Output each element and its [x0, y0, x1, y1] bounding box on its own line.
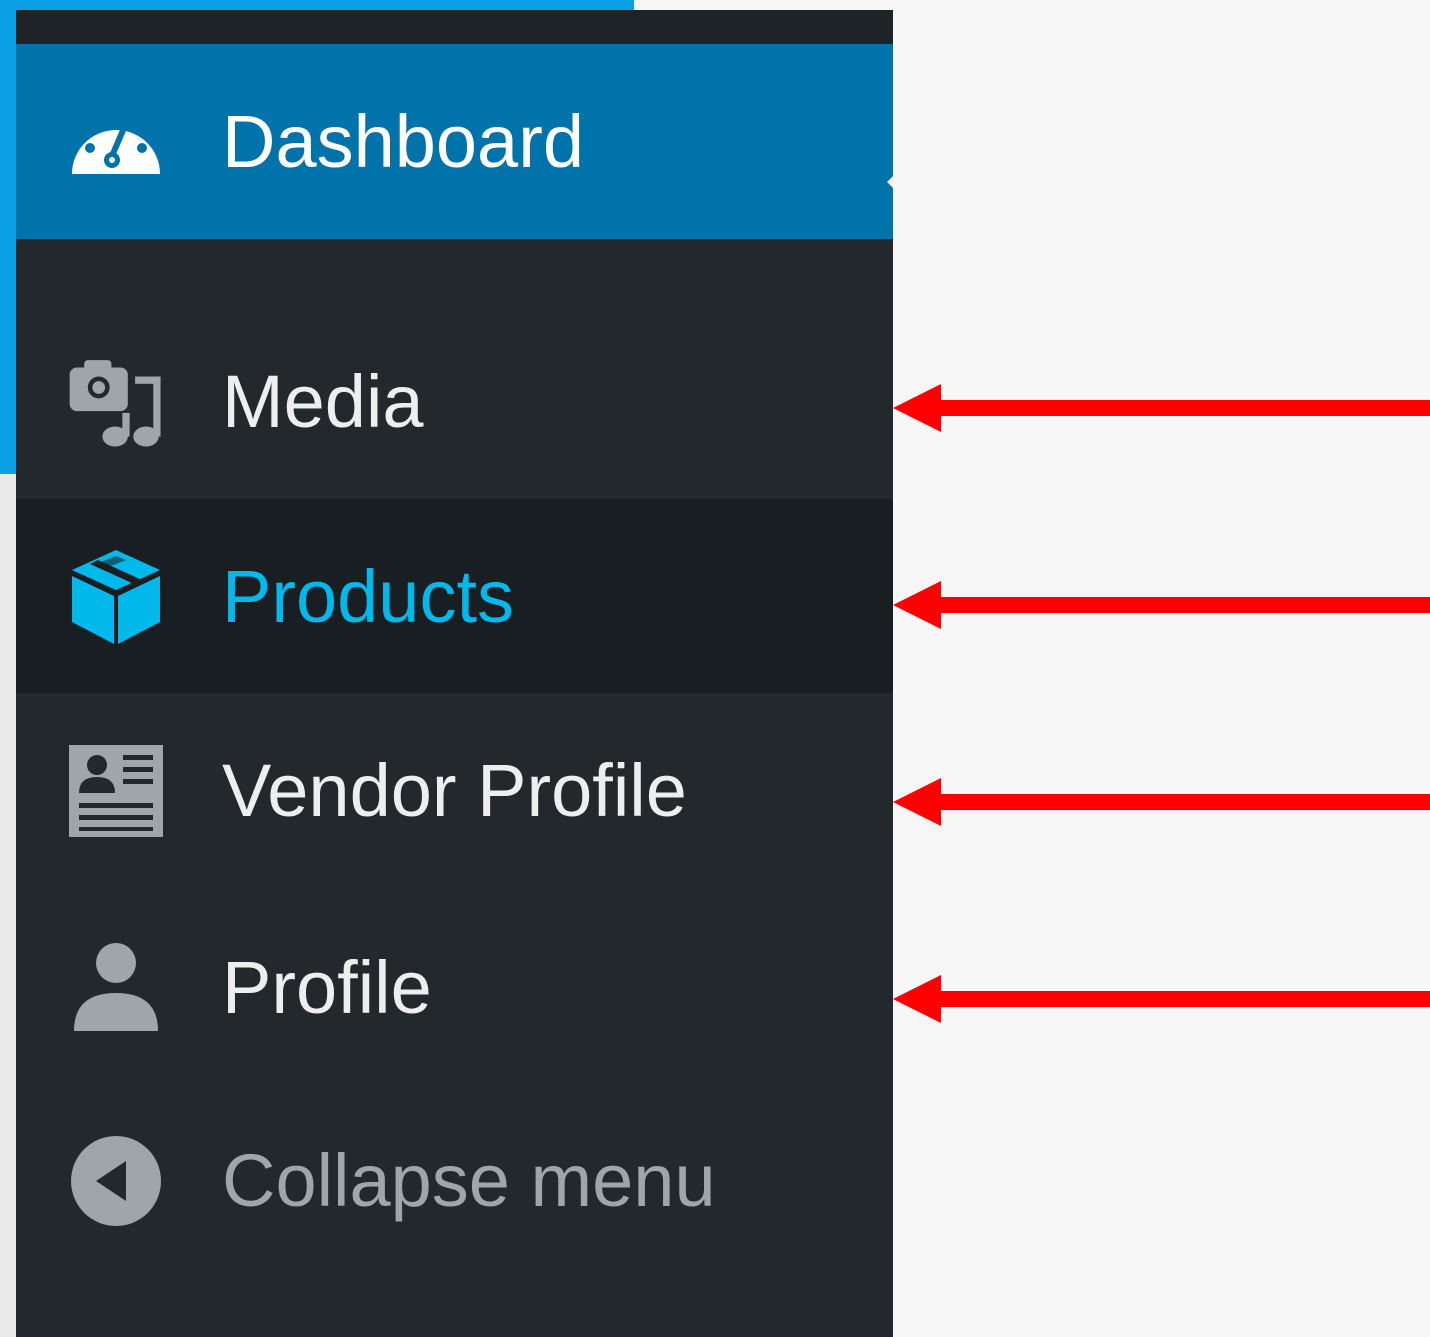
vendor-id-card-icon — [66, 741, 166, 841]
admin-sidebar: Dashboard Media Products Vendor Profile … — [16, 10, 893, 1337]
page-background-strip — [0, 474, 16, 1337]
sidebar-item-label: Products — [222, 554, 515, 638]
user-icon — [66, 938, 166, 1038]
sidebar-item-dashboard[interactable]: Dashboard — [16, 44, 893, 239]
sidebar-item-profile[interactable]: Profile — [16, 890, 893, 1085]
collapse-menu-button[interactable]: Collapse menu — [16, 1083, 893, 1278]
sidebar-item-label: Dashboard — [222, 100, 585, 183]
annotation-arrow-media — [893, 384, 1430, 432]
sidebar-item-products[interactable]: Products — [16, 499, 893, 693]
sidebar-item-label: Media — [222, 360, 424, 443]
sidebar-item-vendor-profile[interactable]: Vendor Profile — [16, 693, 893, 888]
current-item-notch — [887, 176, 893, 188]
collapse-menu-label: Collapse menu — [222, 1139, 716, 1222]
sidebar-item-label: Profile — [222, 946, 432, 1029]
collapse-arrow-icon — [66, 1131, 166, 1231]
sidebar-item-label: Vendor Profile — [222, 749, 687, 832]
sidebar-item-media[interactable]: Media — [16, 304, 893, 499]
sidebar-top-bar — [16, 10, 893, 44]
dashboard-gauge-icon — [66, 92, 166, 192]
media-camera-music-icon — [66, 352, 166, 452]
annotation-arrow-profile — [893, 975, 1430, 1023]
products-box-icon — [66, 546, 166, 646]
annotation-arrow-vendor-profile — [893, 778, 1430, 826]
annotation-arrow-products — [893, 581, 1430, 629]
screenshot-stage: Dashboard Media Products Vendor Profile … — [0, 0, 1430, 1337]
